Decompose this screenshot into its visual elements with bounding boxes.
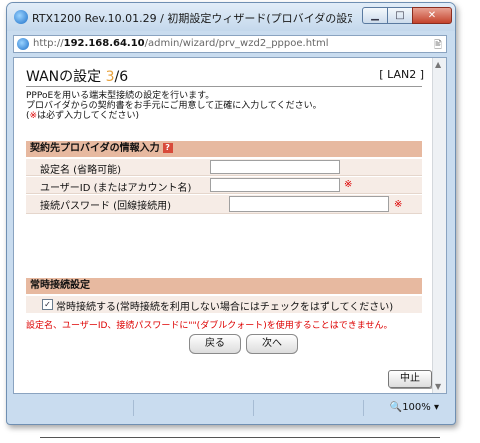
browser-window: RTX1200 Rev.10.01.29 / 初期設定ウィザード(プロバイダの設…: [6, 2, 456, 425]
required-mark: ※: [29, 111, 38, 121]
maximize-button[interactable]: □: [387, 7, 413, 24]
password-row: 接続パスワード (回線接続用) ※: [26, 195, 422, 214]
address-bar[interactable]: http://192.168.64.10/admin/wizard/prv_wz…: [13, 35, 447, 53]
back-button[interactable]: 戻る: [189, 334, 241, 354]
minimize-button[interactable]: ▁: [362, 7, 388, 24]
ie-browser-icon: [14, 10, 28, 24]
user-id-label: ユーザーID (またはアカウント名): [40, 183, 192, 194]
zoom-level: 100%: [402, 402, 431, 413]
user-id-required-mark: ※: [344, 179, 353, 190]
close-icon: ✕: [427, 10, 437, 21]
password-label: 接続パスワード (回線接続用): [40, 201, 171, 212]
address-url: http://192.168.64.10/admin/wizard/prv_wz…: [33, 38, 329, 49]
close-button[interactable]: ✕: [412, 7, 452, 24]
page-title: WANの設定 3/6: [26, 69, 129, 85]
always-on-section-heading: 常時接続設定: [26, 278, 422, 294]
setting-name-row: 設定名 (省略可能): [26, 159, 422, 176]
password-input[interactable]: [229, 196, 389, 212]
always-on-label[interactable]: 常時接続する(常時接続を利用しない場合にはチェックをはずしてください): [56, 298, 393, 313]
user-id-row: ユーザーID (またはアカウント名) ※: [26, 177, 422, 194]
double-quote-warning: 設定名、ユーザーID、接続パスワードに""(ダブルクォート)を使用することはでき…: [26, 321, 393, 331]
title-divider: [26, 86, 422, 87]
setting-name-input[interactable]: [210, 160, 340, 174]
setting-name-label: 設定名 (省略可能): [40, 165, 121, 176]
scroll-down-icon[interactable]: ▼: [435, 382, 441, 391]
status-bar: 🔍100% ▾: [13, 398, 447, 418]
window-title: RTX1200 Rev.10.01.29 / 初期設定ウィザード(プロバイダの設…: [32, 12, 352, 25]
page-status-icon: 🖹: [433, 40, 442, 51]
title-bar[interactable]: RTX1200 Rev.10.01.29 / 初期設定ウィザード(プロバイダの設…: [7, 3, 455, 31]
lan-label: [ LAN2 ]: [379, 68, 424, 81]
status-divider: [133, 400, 134, 416]
stop-button[interactable]: 中止: [388, 370, 432, 388]
page-icon: [17, 38, 29, 50]
vertical-scrollbar[interactable]: ▲ ▼: [432, 58, 446, 393]
always-on-checkbox[interactable]: ✓: [42, 299, 53, 310]
chevron-down-icon: ▾: [433, 402, 439, 413]
page-content: WANの設定 3/6 [ LAN2 ] PPPoEを用いる端末型接続の設定を行い…: [13, 57, 447, 394]
help-icon[interactable]: ?: [162, 143, 173, 153]
intro-text: PPPoEを用いる端末型接続の設定を行います。 プロバイダからの契約書をお手元に…: [26, 91, 322, 121]
maximize-icon: □: [395, 10, 405, 21]
zoom-icon: 🔍: [389, 402, 403, 413]
password-required-mark: ※: [394, 199, 403, 210]
next-button[interactable]: 次へ: [246, 334, 298, 354]
provider-section-heading: 契約先プロバイダの情報入力?: [26, 141, 422, 157]
scroll-up-icon[interactable]: ▲: [435, 60, 441, 69]
always-on-row: ✓ 常時接続する(常時接続を利用しない場合にはチェックをはずしてください): [26, 296, 422, 313]
user-id-input[interactable]: [210, 178, 340, 192]
minimize-icon: ▁: [371, 10, 379, 21]
zoom-control[interactable]: 🔍100% ▾: [390, 402, 439, 413]
status-divider: [363, 400, 364, 416]
page-divider: [40, 437, 440, 438]
status-divider: [253, 400, 254, 416]
